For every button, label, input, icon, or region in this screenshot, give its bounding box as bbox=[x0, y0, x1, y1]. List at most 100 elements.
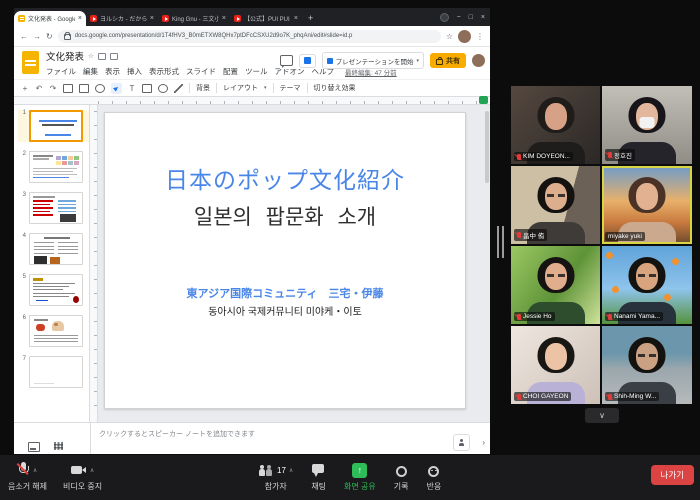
select-icon[interactable]: ▶ bbox=[111, 83, 122, 94]
presenter-view-icon[interactable] bbox=[299, 54, 316, 68]
current-slide[interactable]: 日本のポップ文化紹介 일본의 팝문화 소개 東アジア国際コミュニティ 三宅・伊藤… bbox=[104, 112, 466, 409]
slide-title-japanese[interactable]: 日本のポップ文化紹介 bbox=[105, 161, 465, 195]
theme-button[interactable]: テーマ bbox=[280, 83, 301, 93]
comment-history-icon[interactable] bbox=[280, 55, 293, 66]
text-box-icon[interactable]: T bbox=[128, 83, 136, 94]
new-tab-button[interactable]: + bbox=[308, 13, 313, 23]
browser-tab[interactable]: King Gnu - 三文小説 - YouTube× bbox=[158, 11, 230, 26]
menu-item[interactable]: スライド bbox=[186, 66, 216, 77]
participant-tile[interactable]: Shih-Ming W... bbox=[602, 326, 692, 404]
start-presentation-button[interactable]: プレゼンテーションを開始 ▾ bbox=[322, 52, 424, 69]
browser-tab[interactable]: ヨルシカ - だから僕は音楽を辞めた - YouTube× bbox=[86, 11, 158, 26]
menu-item[interactable]: 挿入 bbox=[127, 66, 142, 77]
reactions-button[interactable]: 반응 bbox=[426, 462, 441, 492]
stop-video-button[interactable]: ∧ 비디오 중지 bbox=[63, 462, 102, 492]
address-field[interactable]: docs.google.com/presentation/d/1T4fHV3_B… bbox=[58, 30, 441, 43]
participant-tile[interactable]: CHOI GAYEON bbox=[511, 326, 600, 404]
record-button[interactable]: 기록 bbox=[394, 462, 409, 492]
participant-tile[interactable]: miyake yuki bbox=[602, 166, 692, 244]
panel-resize-handle[interactable] bbox=[497, 226, 504, 258]
slide-thumbnail[interactable]: 1 bbox=[18, 110, 89, 142]
slide-thumbnail[interactable]: 7 bbox=[18, 356, 89, 388]
slide-thumbnail-preview[interactable] bbox=[29, 192, 83, 224]
menu-item[interactable]: 配置 bbox=[223, 66, 238, 77]
participants-options-chevron-icon[interactable]: ∧ bbox=[289, 467, 293, 474]
share-screen-button[interactable]: ↑ 화면 공유 bbox=[344, 462, 376, 492]
minimize-button[interactable]: − bbox=[457, 14, 461, 21]
bookmark-star-icon[interactable]: ☆ bbox=[446, 32, 453, 41]
tab-close-icon[interactable]: × bbox=[294, 15, 298, 22]
notes-expand-chevron-icon[interactable]: › bbox=[482, 438, 485, 447]
collapse-videos-button[interactable]: ∨ bbox=[585, 408, 619, 423]
slide-thumbnail-preview[interactable] bbox=[29, 110, 83, 142]
explore-button[interactable] bbox=[453, 434, 470, 451]
slide-thumbnail-preview[interactable] bbox=[29, 151, 83, 183]
transition-button[interactable]: 切り替え効果 bbox=[314, 83, 356, 93]
close-window-button[interactable]: × bbox=[481, 14, 485, 21]
shape-icon[interactable] bbox=[158, 84, 168, 93]
background-button[interactable]: 背景 bbox=[196, 83, 210, 93]
browser-tab[interactable]: 【公式】PUI PUI モルカー 第1話 - YouTube× bbox=[230, 11, 302, 26]
line-icon[interactable] bbox=[174, 84, 183, 93]
undo-icon[interactable]: ↶ bbox=[35, 83, 43, 94]
participant-tile[interactable]: Jessie Ho bbox=[511, 246, 600, 324]
leave-meeting-button[interactable]: 나가기 bbox=[651, 465, 694, 485]
maximize-button[interactable]: □ bbox=[469, 14, 473, 21]
participant-tile[interactable]: 畠中 侑 bbox=[511, 166, 600, 244]
browser-avatar[interactable] bbox=[458, 30, 471, 43]
image-icon[interactable] bbox=[142, 84, 152, 93]
slide-thumbnail[interactable]: 5 bbox=[18, 274, 89, 306]
present-options-caret[interactable]: ▾ bbox=[416, 58, 419, 64]
menu-item[interactable]: 表示形式 bbox=[149, 66, 179, 77]
tab-close-icon[interactable]: × bbox=[78, 15, 82, 22]
menu-item[interactable]: ファイル bbox=[46, 66, 76, 77]
forward-icon[interactable]: → bbox=[33, 32, 41, 41]
slide-thumbnail[interactable]: 3 bbox=[18, 192, 89, 224]
slide-thumbnail-preview[interactable] bbox=[29, 315, 83, 347]
chat-button[interactable]: 채팅 bbox=[311, 462, 326, 492]
audio-options-chevron-icon[interactable]: ∧ bbox=[33, 467, 37, 474]
account-avatar[interactable] bbox=[472, 54, 485, 67]
slide-title-korean[interactable]: 일본의 팝문화 소개 bbox=[105, 201, 465, 231]
slide-thumbnail-preview[interactable] bbox=[29, 274, 83, 306]
back-icon[interactable]: ← bbox=[20, 32, 28, 41]
paint-format-icon[interactable] bbox=[79, 84, 89, 93]
speaker-notes-input[interactable]: クリックするとスピーカー ノートを追加できます › bbox=[90, 423, 490, 454]
slide-thumbnail-preview[interactable] bbox=[29, 233, 83, 265]
layout-caret[interactable]: ▾ bbox=[264, 85, 267, 91]
profile-icon[interactable] bbox=[440, 13, 449, 22]
menu-item[interactable]: ツール bbox=[245, 66, 268, 77]
canvas-scrollbar[interactable] bbox=[485, 111, 489, 183]
tab-close-icon[interactable]: × bbox=[222, 15, 226, 22]
unmute-button[interactable]: ∧ 음소거 해제 bbox=[8, 462, 47, 492]
star-document-icon[interactable]: ☆ bbox=[88, 52, 94, 60]
participant-tile[interactable]: Nanami Yama... bbox=[602, 246, 692, 324]
filmstrip-view-icon[interactable] bbox=[28, 442, 40, 452]
layout-button[interactable]: レイアウト bbox=[223, 83, 258, 93]
participant-tile[interactable]: 정호진 bbox=[602, 86, 692, 164]
zoom-tool-icon[interactable] bbox=[95, 84, 105, 93]
browser-tab[interactable]: 文化発表 - Google スライド× bbox=[14, 11, 86, 26]
share-button[interactable]: 共有 bbox=[430, 53, 466, 68]
video-options-chevron-icon[interactable]: ∧ bbox=[90, 467, 94, 474]
slide-subtitle-korean[interactable]: 동아시아 국제커뮤니티 미야케・이토 bbox=[105, 303, 465, 318]
slide-thumbnail[interactable]: 2 bbox=[18, 151, 89, 183]
participants-button[interactable]: 17 ∧ 참가자 bbox=[258, 462, 293, 492]
extension-badge-icon[interactable] bbox=[479, 96, 488, 104]
move-folder-icon[interactable] bbox=[98, 53, 106, 60]
redo-icon[interactable]: ↷ bbox=[49, 83, 57, 94]
slide-thumbnail-preview[interactable] bbox=[29, 356, 83, 388]
print-icon[interactable] bbox=[63, 84, 73, 93]
document-title[interactable]: 文化発表 bbox=[46, 49, 84, 63]
slide-thumbnail[interactable]: 4 bbox=[18, 233, 89, 265]
reload-icon[interactable]: ↻ bbox=[46, 32, 53, 41]
menu-item[interactable]: 編集 bbox=[83, 66, 98, 77]
new-slide-icon[interactable]: + bbox=[21, 83, 29, 94]
grid-view-icon[interactable] bbox=[54, 442, 63, 450]
slide-subtitle-japanese[interactable]: 東アジア国際コミュニティ 三宅・伊藤 bbox=[105, 285, 465, 301]
menu-item[interactable]: 表示 bbox=[105, 66, 120, 77]
browser-menu-icon[interactable]: ⋮ bbox=[476, 32, 484, 41]
slide-thumbnail[interactable]: 6 bbox=[18, 315, 89, 347]
tab-close-icon[interactable]: × bbox=[150, 15, 154, 22]
participant-tile[interactable]: KIM DOYEON... bbox=[511, 86, 600, 164]
